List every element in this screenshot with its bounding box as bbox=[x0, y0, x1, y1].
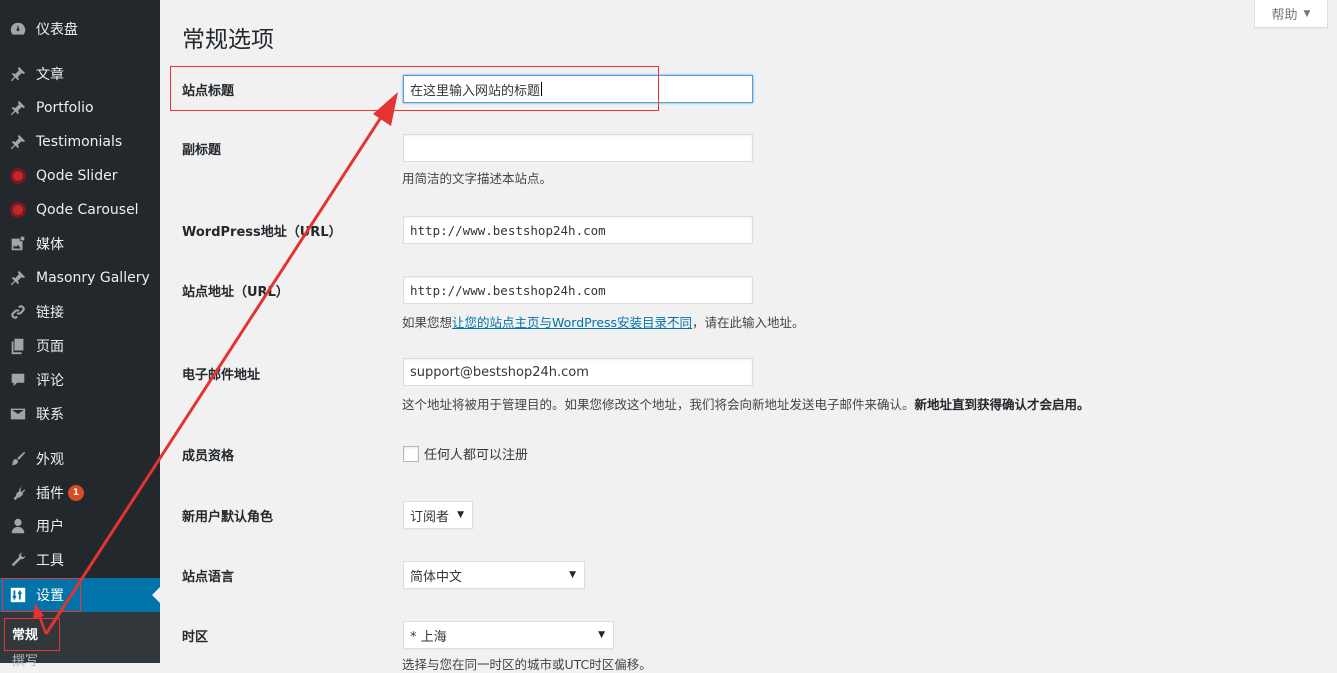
annotation-arrow bbox=[33, 92, 398, 635]
